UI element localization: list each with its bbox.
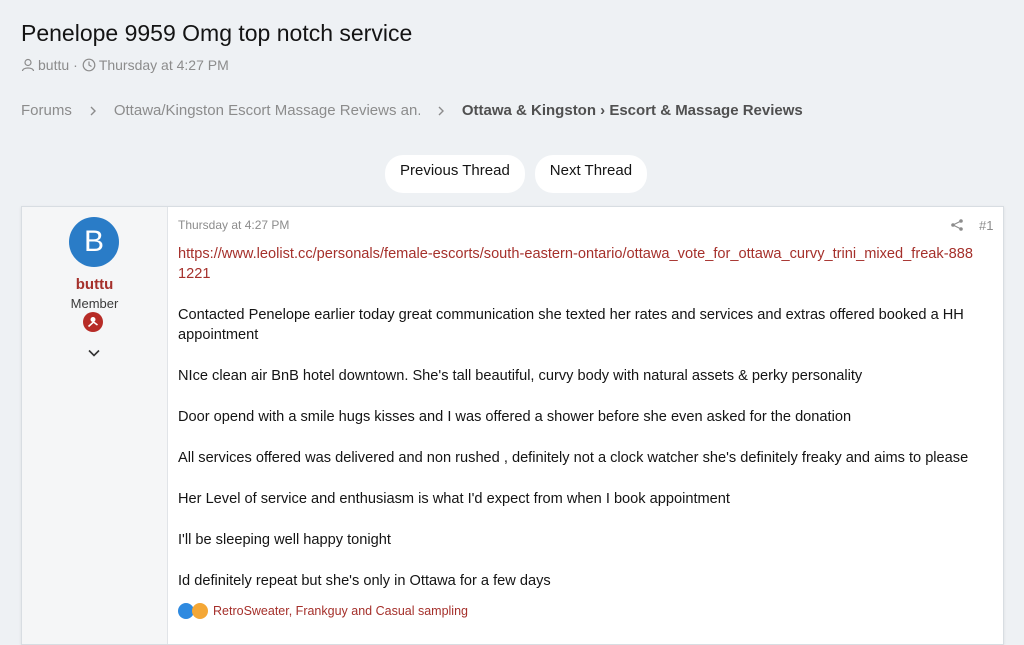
post-paragraph: NIce clean air BnB hotel downtown. She's…	[178, 368, 863, 384]
reactions-bar: RetroSweater, Frankguy and Casual sampli…	[178, 603, 468, 619]
user-title: Member	[70, 296, 119, 311]
post-paragraph: Contacted Penelope earlier today great c…	[178, 307, 964, 343]
breadcrumb-ottawa-kingston[interactable]: Ottawa/Kingston Escort Massage Reviews a…	[114, 102, 420, 119]
chevron-down-icon[interactable]	[86, 345, 102, 361]
meta-separator: ·	[73, 57, 78, 73]
post-body: https://www.leolist.cc/personals/female-…	[178, 244, 978, 612]
post-paragraph: All services offered was delivered and n…	[178, 450, 969, 466]
avatar[interactable]: B	[69, 217, 119, 267]
breadcrumb-forums[interactable]: Forums	[21, 102, 72, 119]
thread-author[interactable]: buttu	[38, 57, 69, 73]
post-paragraph: Id definitely repeat but she's only in O…	[178, 573, 551, 589]
post-number[interactable]: #1	[979, 218, 993, 233]
badge-icon	[83, 312, 103, 332]
thread-meta: buttu · Thursday at 4:27 PM	[21, 57, 229, 73]
post-paragraph: Her Level of service and enthusiasm is w…	[178, 491, 730, 507]
chevron-right-icon	[434, 104, 448, 118]
page-title: Penelope 9959 Omg top notch service	[21, 20, 413, 46]
love-icon	[192, 603, 208, 619]
post: B buttu Member Thursday at 4:27 PM #1 ht…	[21, 206, 1004, 645]
post-username[interactable]: buttu	[22, 276, 167, 293]
post-link[interactable]: https://www.leolist.cc/personals/female-…	[178, 244, 978, 284]
share-icon[interactable]	[950, 218, 964, 232]
previous-thread-button[interactable]: Previous Thread	[385, 155, 525, 193]
thread-date[interactable]: Thursday at 4:27 PM	[99, 57, 229, 73]
reactions-list[interactable]: RetroSweater, Frankguy and Casual sampli…	[213, 604, 468, 618]
post-date[interactable]: Thursday at 4:27 PM	[178, 218, 289, 232]
post-user-cell: B buttu Member	[22, 207, 168, 644]
user-icon	[21, 58, 35, 72]
post-paragraph: I'll be sleeping well happy tonight	[178, 532, 391, 548]
next-thread-button[interactable]: Next Thread	[534, 155, 648, 193]
clock-icon	[82, 58, 96, 72]
chevron-right-icon	[86, 104, 100, 118]
breadcrumb-reviews[interactable]: Ottawa & Kingston › Escort & Massage Rev…	[462, 102, 803, 119]
post-paragraph: Door opend with a smile hugs kisses and …	[178, 409, 852, 425]
breadcrumb: Forums Ottawa/Kingston Escort Massage Re…	[21, 102, 803, 119]
thread-navigation: Previous Thread Next Thread	[385, 155, 648, 193]
